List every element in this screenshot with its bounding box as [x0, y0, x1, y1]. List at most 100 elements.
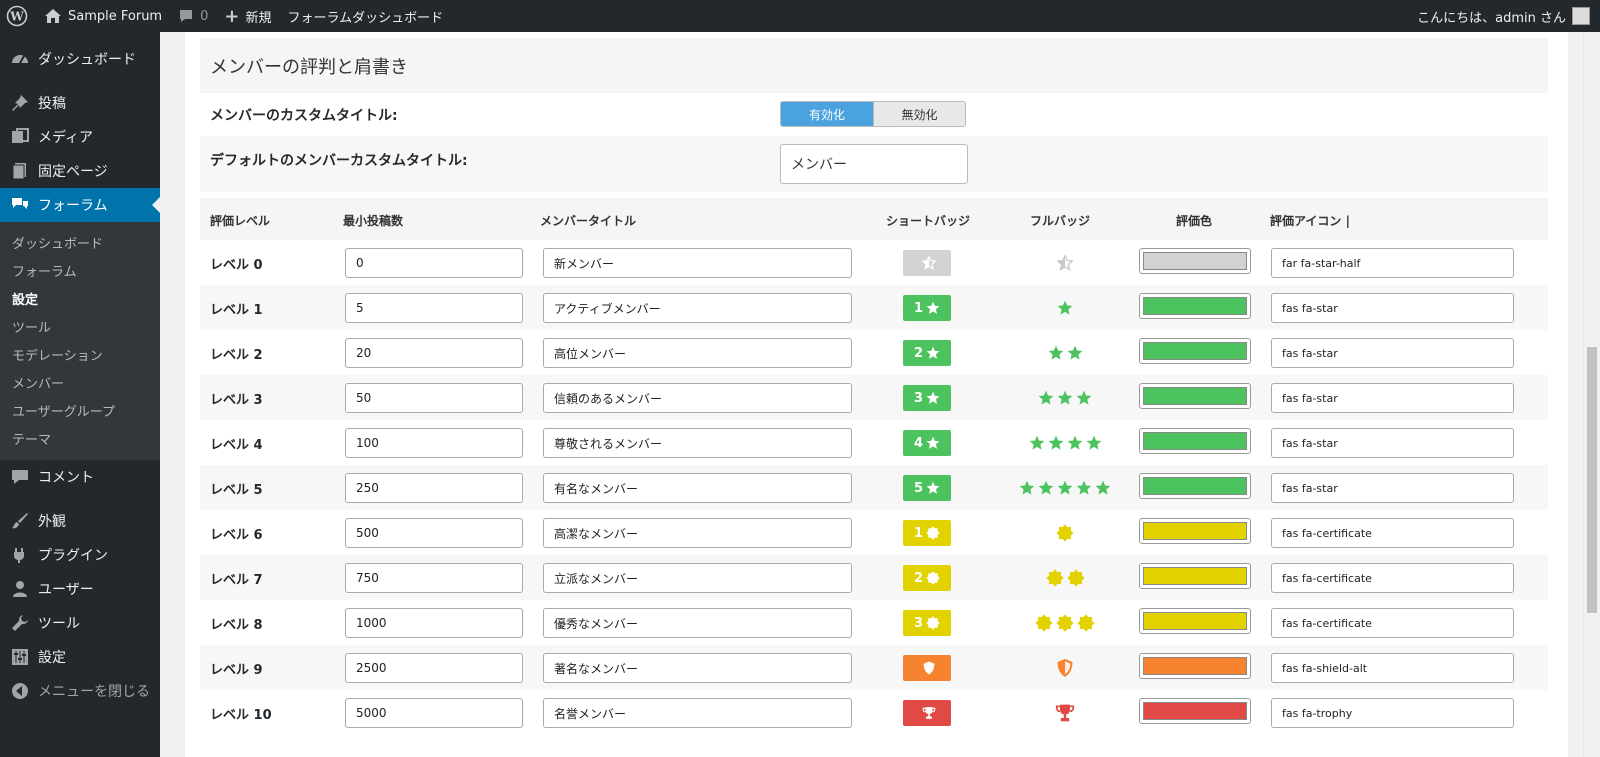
icon-class-input[interactable]: fas fa-star	[1271, 473, 1514, 503]
menu-item-appearance[interactable]: 外観	[0, 504, 160, 538]
star-icon	[1048, 345, 1064, 361]
menu-item-tools[interactable]: ツール	[0, 606, 160, 640]
menu-item-label: プラグイン	[38, 548, 108, 564]
color-picker[interactable]	[1139, 338, 1251, 364]
icon-class-input[interactable]: far fa-star-half	[1271, 248, 1514, 278]
plugin-icon	[10, 545, 30, 565]
color-picker[interactable]	[1139, 293, 1251, 319]
submenu-tools[interactable]: ツール	[0, 312, 160, 340]
member-title-input[interactable]: 尊敬されるメンバー	[543, 428, 852, 458]
submenu-themes[interactable]: テーマ	[0, 424, 160, 452]
color-picker[interactable]	[1139, 383, 1251, 409]
site-name-link[interactable]: Sample Forum	[36, 0, 170, 32]
member-title-input[interactable]: アクティブメンバー	[543, 293, 852, 323]
table-row: レベル 8 1000 優秀なメンバー 3 fas fa-certificate	[200, 600, 1548, 645]
level-label: レベル 9	[210, 663, 263, 678]
disable-button[interactable]: 無効化	[873, 102, 965, 126]
min-posts-input[interactable]: 5000	[345, 698, 523, 728]
icon-class-input[interactable]: fas fa-star	[1271, 293, 1514, 323]
icon-class-input[interactable]: fas fa-star	[1271, 428, 1514, 458]
member-title-input[interactable]: 信頼のあるメンバー	[543, 383, 852, 413]
member-title-input[interactable]: 有名なメンバー	[543, 473, 852, 503]
collapse-menu-button[interactable]: メニューを閉じる	[0, 674, 160, 708]
color-swatch	[1143, 702, 1247, 720]
min-posts-input[interactable]: 20	[345, 338, 523, 368]
menu-item-media[interactable]: メディア	[0, 120, 160, 154]
member-title-input[interactable]: 高位メンバー	[543, 338, 852, 368]
min-posts-input[interactable]: 500	[345, 518, 523, 548]
color-picker[interactable]	[1139, 473, 1251, 499]
default-title-input[interactable]: メンバー	[780, 144, 968, 184]
media-icon	[10, 127, 30, 147]
comment-icon	[10, 467, 30, 487]
color-picker[interactable]	[1139, 518, 1251, 544]
icon-class-input[interactable]: fas fa-trophy	[1271, 698, 1514, 728]
menu-item-posts[interactable]: 投稿	[0, 86, 160, 120]
member-title-input[interactable]: 新メンバー	[543, 248, 852, 278]
new-content-link[interactable]: + 新規	[216, 0, 279, 32]
color-swatch	[1143, 297, 1247, 315]
color-swatch	[1143, 342, 1247, 360]
comments-link[interactable]: 0	[170, 0, 216, 32]
menu-item-forum[interactable]: フォーラム	[0, 188, 160, 222]
icon-class-input[interactable]: fas fa-star	[1271, 338, 1514, 368]
color-picker[interactable]	[1139, 563, 1251, 589]
full-badge	[1000, 296, 1130, 320]
submenu-settings[interactable]: 設定	[0, 284, 160, 312]
full-badge	[1000, 476, 1130, 500]
icon-class-input[interactable]: fas fa-star	[1271, 383, 1514, 413]
min-posts-input[interactable]: 1000	[345, 608, 523, 638]
member-title-input[interactable]: 名誉メンバー	[543, 698, 852, 728]
page-scrollbar[interactable]	[1583, 32, 1600, 757]
home-icon	[44, 8, 62, 24]
admin-sidebar: ダッシュボード 投稿 メディア 固定ページ フォーラム ダッシュボード フォーラ…	[0, 32, 160, 757]
min-posts-input[interactable]: 750	[345, 563, 523, 593]
icon-class-input[interactable]: fas fa-certificate	[1271, 608, 1514, 638]
min-posts-input[interactable]: 2500	[345, 653, 523, 683]
min-posts-input[interactable]: 250	[345, 473, 523, 503]
menu-item-comments[interactable]: コメント	[0, 460, 160, 494]
certificate-icon	[1035, 614, 1053, 632]
certificate-icon	[926, 616, 940, 630]
member-title-input[interactable]: 高潔なメンバー	[543, 518, 852, 548]
min-posts-input[interactable]: 100	[345, 428, 523, 458]
icon-class-input[interactable]: fas fa-certificate	[1271, 518, 1514, 548]
submenu-members[interactable]: メンバー	[0, 368, 160, 396]
menu-item-pages[interactable]: 固定ページ	[0, 154, 160, 188]
star-icon	[1095, 480, 1111, 496]
level-label: レベル 0	[210, 258, 263, 273]
full-badge	[1000, 701, 1130, 725]
my-account-link[interactable]: こんにちは、admin さん	[1417, 0, 1600, 32]
icon-class-input[interactable]: fas fa-shield-alt	[1271, 653, 1514, 683]
enable-button[interactable]: 有効化	[781, 102, 873, 126]
min-posts-input[interactable]: 5	[345, 293, 523, 323]
member-title-input[interactable]: 著名なメンバー	[543, 653, 852, 683]
color-picker[interactable]	[1139, 653, 1251, 679]
menu-item-plugins[interactable]: プラグイン	[0, 538, 160, 572]
icon-class-input[interactable]: fas fa-certificate	[1271, 563, 1514, 593]
forum-dashboard-link[interactable]: フォーラムダッシュボード	[279, 0, 451, 32]
scrollbar-thumb[interactable]	[1587, 347, 1597, 613]
color-picker[interactable]	[1139, 698, 1251, 724]
menu-item-settings[interactable]: 設定	[0, 640, 160, 674]
short-badge	[903, 655, 951, 681]
plus-icon: +	[224, 5, 240, 27]
color-picker[interactable]	[1139, 428, 1251, 454]
member-title-input[interactable]: 優秀なメンバー	[543, 608, 852, 638]
min-posts-input[interactable]: 0	[345, 248, 523, 278]
submenu-moderation[interactable]: モデレーション	[0, 340, 160, 368]
menu-item-dashboard[interactable]: ダッシュボード	[0, 42, 160, 76]
color-picker[interactable]	[1139, 608, 1251, 634]
submenu-user-groups[interactable]: ユーザーグループ	[0, 396, 160, 424]
short-badge: 1	[903, 295, 951, 321]
submenu-forums[interactable]: フォーラム	[0, 256, 160, 284]
menu-item-users[interactable]: ユーザー	[0, 572, 160, 606]
color-picker[interactable]	[1139, 248, 1251, 274]
short-badge: 3	[903, 610, 951, 636]
submenu-dashboard[interactable]: ダッシュボード	[0, 228, 160, 256]
short-badge: 2	[903, 340, 951, 366]
member-title-input[interactable]: 立派なメンバー	[543, 563, 852, 593]
wordpress-logo-icon[interactable]: W	[0, 0, 36, 32]
min-posts-input[interactable]: 50	[345, 383, 523, 413]
header-level: 評価レベル	[210, 214, 271, 228]
